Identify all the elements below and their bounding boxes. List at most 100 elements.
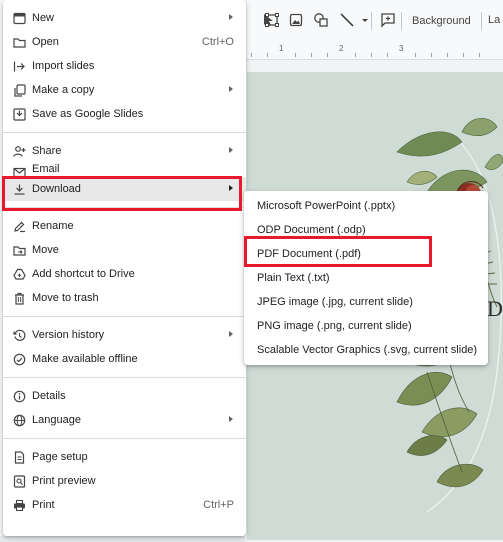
drive-shortcut-icon: [12, 267, 26, 281]
download-submenu: Microsoft PowerPoint (.pptx) ODP Documen…: [244, 191, 488, 365]
menu-item-language[interactable]: Language: [3, 408, 246, 432]
ruler-tick: [447, 53, 448, 57]
print-icon: [12, 498, 26, 512]
line-icon[interactable]: [337, 10, 357, 30]
menu-item-make-a-copy[interactable]: Make a copy: [3, 78, 246, 102]
menu-item-add-shortcut-to-drive[interactable]: Add shortcut to Drive: [3, 262, 246, 286]
page-setup-icon: [12, 450, 26, 464]
submenu-arrow-icon: [229, 86, 233, 92]
filmstrip-bottom: [0, 536, 245, 542]
download-option-pdf[interactable]: PDF Document (.pdf): [244, 242, 488, 266]
menu-item-label: Page setup: [32, 451, 88, 463]
ruler-tick: [295, 53, 296, 57]
download-option-jpg[interactable]: JPEG image (.jpg, current slide): [244, 290, 488, 314]
menu-item-print-preview[interactable]: Print preview: [3, 469, 246, 493]
menu-item-save-as-google-slides[interactable]: Save as Google Slides: [3, 102, 246, 126]
print-preview-icon: [12, 474, 26, 488]
menu-item-shortcut: Ctrl+P: [203, 499, 234, 511]
folder-icon: [12, 35, 26, 49]
new-slide-icon: [12, 11, 26, 25]
ruler-number: 1: [279, 44, 284, 53]
menu-item-label: Rename: [32, 220, 74, 232]
menu-item-label: Move: [32, 244, 59, 256]
download-option-svg[interactable]: Scalable Vector Graphics (.svg, current …: [244, 338, 488, 362]
menu-item-label: Import slides: [32, 60, 95, 72]
download-option-pptx[interactable]: Microsoft PowerPoint (.pptx): [244, 194, 488, 218]
history-icon: [12, 328, 26, 342]
ruler-tick: [267, 53, 268, 57]
menu-item-version-history[interactable]: Version history: [3, 323, 246, 347]
ruler-tick: [355, 53, 356, 57]
menu-item-share[interactable]: Share: [3, 139, 246, 163]
download-option-png[interactable]: PNG image (.png, current slide): [244, 314, 488, 338]
toolbar-divider: [371, 12, 372, 30]
menu-item-shortcut: Ctrl+O: [201, 36, 234, 48]
menu-item-move-to-trash[interactable]: Move to trash: [3, 286, 246, 310]
line-dropdown-icon[interactable]: [355, 10, 375, 30]
menu-item-label: New: [32, 12, 55, 24]
shape-icon[interactable]: [311, 10, 331, 30]
move-icon: [12, 243, 26, 257]
ruler-tick: [251, 53, 252, 57]
ruler-tick: [327, 53, 328, 57]
save-icon: [12, 107, 26, 121]
menu-divider: [3, 132, 246, 133]
background-button[interactable]: Background: [402, 8, 480, 34]
menu-item-label: Print: [32, 499, 55, 511]
text-box-icon[interactable]: [262, 10, 282, 30]
menu-item-label: Version history: [32, 329, 105, 341]
menu-item-label: Open: [32, 36, 59, 48]
ruler-tick: [387, 53, 388, 57]
ruler-number: 2: [339, 44, 344, 53]
slides-editor: Background La 1 2 3 D New Open Ctrl+O Im…: [0, 0, 503, 542]
download-option-txt[interactable]: Plain Text (.txt): [244, 266, 488, 290]
ruler-tick: [311, 53, 312, 57]
menu-item-email[interactable]: Email: [3, 163, 246, 177]
menu-item-label: Move to trash: [32, 292, 99, 304]
menu-divider: [3, 438, 246, 439]
layout-button[interactable]: La: [488, 14, 500, 26]
submenu-arrow-icon: [229, 147, 233, 153]
submenu-arrow-icon: [229, 331, 233, 337]
trash-icon: [12, 291, 26, 305]
menu-item-label: Print preview: [32, 475, 96, 487]
offline-icon: [12, 352, 26, 366]
submenu-arrow-icon: [229, 185, 233, 191]
menu-item-new[interactable]: New: [3, 6, 246, 30]
menu-item-label: Make available offline: [32, 353, 138, 365]
menu-item-label: Language: [32, 414, 81, 426]
menu-item-make-available-offline[interactable]: Make available offline: [3, 347, 246, 371]
ruler-tick: [479, 53, 480, 57]
menu-item-label: Share: [32, 145, 62, 157]
ruler-tick: [463, 53, 464, 57]
download-option-odp[interactable]: ODP Document (.odp): [244, 218, 488, 242]
toolbar-divider: [481, 12, 482, 30]
menu-divider: [3, 316, 246, 317]
ruler-tick: [431, 53, 432, 57]
horizontal-ruler: 1 2 3: [245, 40, 503, 60]
menu-item-label: Download: [32, 183, 81, 195]
menu-item-label: Make a copy: [32, 84, 95, 96]
menu-item-rename[interactable]: Rename: [3, 214, 246, 238]
share-icon: [12, 144, 26, 158]
menu-item-label: Save as Google Slides: [32, 108, 144, 120]
email-icon: [12, 165, 26, 177]
comment-add-icon[interactable]: [378, 10, 398, 30]
ruler-tick: [415, 53, 416, 57]
ruler-number: 3: [399, 44, 404, 53]
ruler-tick: [371, 53, 372, 57]
download-icon: [12, 182, 26, 196]
menu-item-label: Details: [32, 390, 66, 402]
menu-item-page-setup[interactable]: Page setup: [3, 445, 246, 469]
menu-item-details[interactable]: Details: [3, 384, 246, 408]
menu-item-download[interactable]: Download: [3, 177, 246, 201]
import-icon: [12, 59, 26, 73]
menu-item-move[interactable]: Move: [3, 238, 246, 262]
menu-item-print[interactable]: Print Ctrl+P: [3, 493, 246, 517]
rename-icon: [12, 219, 26, 233]
menu-item-open[interactable]: Open Ctrl+O: [3, 30, 246, 54]
menu-item-import-slides[interactable]: Import slides: [3, 54, 246, 78]
image-icon[interactable]: [286, 10, 306, 30]
globe-icon: [12, 413, 26, 427]
slide-title-text: D: [487, 296, 503, 321]
